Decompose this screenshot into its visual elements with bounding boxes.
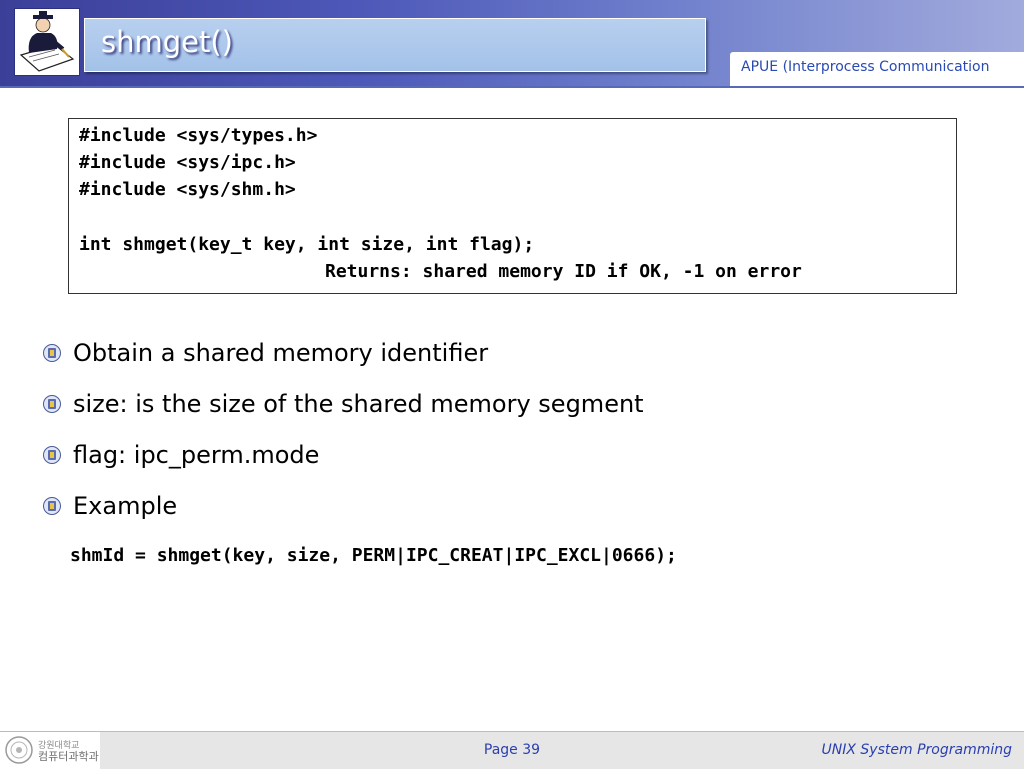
bullet-text: Obtain a shared memory identifier: [73, 339, 489, 367]
slide-header: shmget() APUE (Interprocess Communicatio…: [0, 0, 1024, 88]
subject-tab: APUE (Interprocess Communication: [730, 52, 1024, 86]
bullet-item: size: is the size of the shared memory s…: [42, 389, 644, 419]
bullet-text: Example: [73, 492, 178, 520]
course-title: UNIX System Programming: [821, 742, 1012, 758]
scholar-writing-icon: [14, 8, 80, 76]
function-prototype-box: #include <sys/types.h> #include <sys/ipc…: [68, 118, 957, 294]
footer-logo-line: 컴퓨터과학과: [38, 750, 99, 763]
bullet-item: Obtain a shared memory identifier: [42, 338, 488, 368]
footer-logo: 강원대학교 컴퓨터과학과: [0, 732, 100, 769]
bullet-emblem-icon: [43, 395, 61, 413]
bullet-text: flag: ipc_perm.mode: [73, 441, 320, 469]
university-seal-icon: [5, 736, 33, 764]
bullet-emblem-icon: [43, 497, 61, 515]
example-code: shmId = shmget(key, size, PERM|IPC_CREAT…: [70, 545, 677, 566]
page-number: Page 39: [483, 742, 541, 758]
bullet-item: Example: [42, 491, 177, 521]
code-line: #include <sys/types.h>: [79, 125, 318, 146]
subject-label: APUE (Interprocess Communication: [741, 59, 990, 75]
title-bar: shmget(): [84, 18, 706, 72]
code-line: #include <sys/shm.h>: [79, 179, 296, 200]
bullet-emblem-icon: [43, 446, 61, 464]
slide-footer: 강원대학교 컴퓨터과학과 Page 39 UNIX System Program…: [0, 731, 1024, 769]
code-line: int shmget(key_t key, int size, int flag…: [79, 234, 535, 255]
department-name: 강원대학교 컴퓨터과학과: [38, 741, 99, 763]
bullet-text: size: is the size of the shared memory s…: [73, 390, 644, 418]
return-value-note: Returns: shared memory ID if OK, -1 on e…: [325, 261, 802, 282]
bullet-item: flag: ipc_perm.mode: [42, 440, 319, 470]
bullet-emblem-icon: [43, 344, 61, 362]
slide-title: shmget(): [101, 25, 233, 59]
code-line: #include <sys/ipc.h>: [79, 152, 296, 173]
